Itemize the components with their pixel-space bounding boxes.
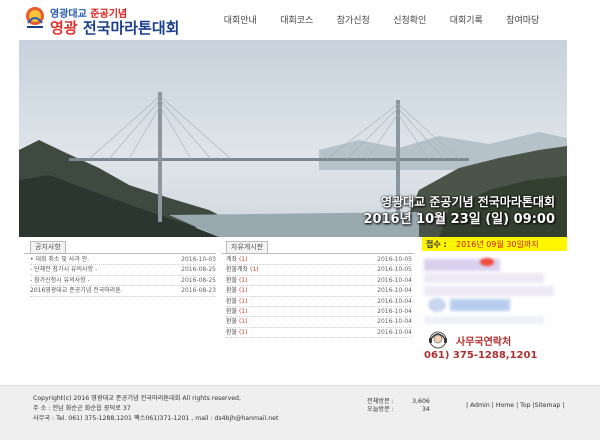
board-title: 계좌 [226, 256, 238, 263]
notice-date: 2016-08-25 [181, 276, 216, 284]
blurred-banner[interactable] [424, 286, 554, 296]
nav-item-event-info[interactable]: 대회안내 [212, 13, 269, 26]
notice-date: 2016-10-03 [181, 256, 216, 263]
list-item[interactable]: 환불계좌 (1) 2016-10-05 [226, 265, 412, 276]
board-date: 2016-10-04 [377, 328, 412, 336]
list-item[interactable]: 환불 (1) 2016-10-04 [226, 317, 412, 328]
comment-count: (1) [238, 256, 248, 263]
notice-title: - 참가신청시 유의사항 - [30, 276, 90, 284]
notice-date: 2016-08-23 [181, 287, 216, 295]
admin-link[interactable]: Admin [470, 402, 490, 409]
notice-divider [24, 253, 216, 254]
blurred-logo-icon [428, 298, 446, 312]
logo-title-part2: 전국마라톤대회 [82, 19, 180, 37]
list-item[interactable]: 환불 (1) 2016-10-04 [226, 297, 412, 307]
board-date: 2016-10-04 [377, 287, 412, 295]
board-divider [222, 253, 414, 254]
nav-item-course[interactable]: 대회코스 [269, 13, 326, 26]
board-date: 2016-10-04 [377, 297, 412, 305]
list-item[interactable]: 환불 (1) 2016-10-04 [226, 276, 412, 287]
comment-count: (1) [238, 287, 248, 295]
header: 영광대교 준공기념 영광 전국마라톤대회 대회안내 대회코스 참가신청 신청확인… [0, 0, 600, 40]
total-visits-value: 3,606 [412, 398, 430, 405]
board-title: 환불 [226, 307, 238, 315]
reception-deadline: 2016년 09월 30일까지 [456, 240, 539, 249]
blurred-banner[interactable] [450, 299, 510, 311]
total-visits-label: 전체방문 : [367, 398, 394, 405]
notice-title: • 대회 취소 및 사과 안. [30, 256, 90, 263]
board-list: 계좌 (1) 2016-10-05 환불계좌 (1) 2016-10-05 환불… [226, 255, 412, 339]
emblem-icon [26, 7, 44, 28]
notice-list: • 대회 취소 및 사과 안. 2016-10-03 - 단체전 참가시 유의사… [30, 255, 216, 297]
list-item[interactable]: 환불 (1) 2016-10-04 [226, 286, 412, 297]
blurred-banner[interactable] [424, 273, 544, 283]
nav-item-community[interactable]: 참여마당 [495, 13, 552, 26]
sitemap-link[interactable]: Sitemap [535, 402, 561, 409]
hero-banner: 영광대교 준공기념 전국마라톤대회 2016년 10월 23일 (일) 09:0… [19, 40, 567, 237]
board-title: 환불 [226, 318, 238, 326]
today-visits-value: 34 [421, 406, 430, 413]
logo-title-part1: 영광 [50, 19, 78, 37]
list-item[interactable]: - 단체전 참가시 유의사항 - 2016-08-25 [30, 265, 216, 276]
list-item[interactable]: 2016영광대교 준공기념 전국마라톤. 2016-08-23 [30, 286, 216, 297]
footer-links: | Admin | Home | Top |Sitemap | [466, 402, 565, 409]
reception-banner: 접수 : 2016년 09월 30일까지 [422, 237, 567, 251]
top-link[interactable]: Top [520, 402, 530, 409]
hero-date: 2016년 10월 23일 (일) 09:00 [363, 212, 555, 227]
phone-icon [429, 331, 447, 349]
comment-count: (1) [238, 318, 248, 326]
board-date: 2016-10-05 [377, 266, 412, 274]
board-date: 2016-10-04 [377, 318, 412, 326]
contact-title: 사무국연락처 [456, 337, 512, 348]
list-item[interactable]: 계좌 (1) 2016-10-05 [226, 255, 412, 266]
today-visits-label: 오늘방문 : [367, 406, 394, 413]
notice-title: - 단체전 참가시 유의사항 - [30, 266, 98, 274]
board-date: 2016-10-05 [377, 256, 412, 263]
office-contact: 사무국 : Tel. 061) 375-1288,1201 팩스061)371-… [33, 415, 279, 422]
list-item[interactable]: • 대회 취소 및 사과 안. 2016-10-03 [30, 255, 216, 266]
comment-count: (1) [250, 266, 259, 274]
notice-date: 2016-08-25 [181, 266, 216, 274]
board-title: 환불계좌 [226, 266, 249, 274]
page: 영광대교 준공기념 영광 전국마라톤대회 대회안내 대회코스 참가신청 신청확인… [0, 0, 600, 440]
nav-item-confirm[interactable]: 신청확인 [382, 13, 439, 26]
blurred-badge [480, 258, 494, 266]
visit-counter: 전체방문 : 3,606 오늘방문 : 34 [367, 398, 430, 414]
board-title: 환불 [226, 328, 238, 336]
nav-item-apply[interactable]: 참가신청 [325, 13, 382, 26]
address: 주 소 : 전남 화순군 화순읍 광덕로 37 [33, 405, 131, 412]
site-logo[interactable]: 영광대교 준공기념 영광 전국마라톤대회 [24, 3, 214, 37]
footer-info: Copyright(c) 2016 영광대교 준공기념 전국마라톤대회 All … [33, 394, 278, 424]
logo-title: 영광 전국마라톤대회 [50, 17, 179, 38]
list-item[interactable]: 환불 (1) 2016-10-04 [226, 328, 412, 339]
comment-count: (1) [238, 276, 248, 284]
main-nav: 대회안내 대회코스 참가신청 신청확인 대회기록 참여마당 [212, 13, 551, 26]
board-date: 2016-10-04 [377, 307, 412, 315]
reception-label: 접수 : [426, 240, 447, 249]
list-item[interactable]: - 참가신청시 유의사항 - 2016-08-25 [30, 276, 216, 287]
contact-phone: 061) 375-1288,1201 [424, 350, 538, 361]
board-title: 환불 [226, 287, 238, 295]
list-item[interactable]: 환불 (1) 2016-10-04 [226, 307, 412, 318]
comment-count: (1) [238, 297, 248, 305]
blurred-banner[interactable] [424, 316, 544, 324]
board-title: 환불 [226, 276, 238, 284]
comment-count: (1) [238, 307, 248, 315]
board-tab[interactable]: 자유게시판 [226, 241, 269, 253]
copyright: Copyright(c) 2016 영광대교 준공기념 전국마라톤대회 All … [33, 395, 241, 402]
footer: Copyright(c) 2016 영광대교 준공기념 전국마라톤대회 All … [0, 385, 600, 440]
home-link[interactable]: Home [496, 402, 514, 409]
board-title: 환불 [226, 297, 238, 305]
comment-count: (1) [238, 328, 248, 336]
board-date: 2016-10-04 [377, 276, 412, 284]
notice-tab[interactable]: 공지사항 [30, 241, 66, 253]
nav-item-records[interactable]: 대회기록 [438, 13, 495, 26]
notice-title: 2016영광대교 준공기념 전국마라톤. [30, 287, 123, 295]
